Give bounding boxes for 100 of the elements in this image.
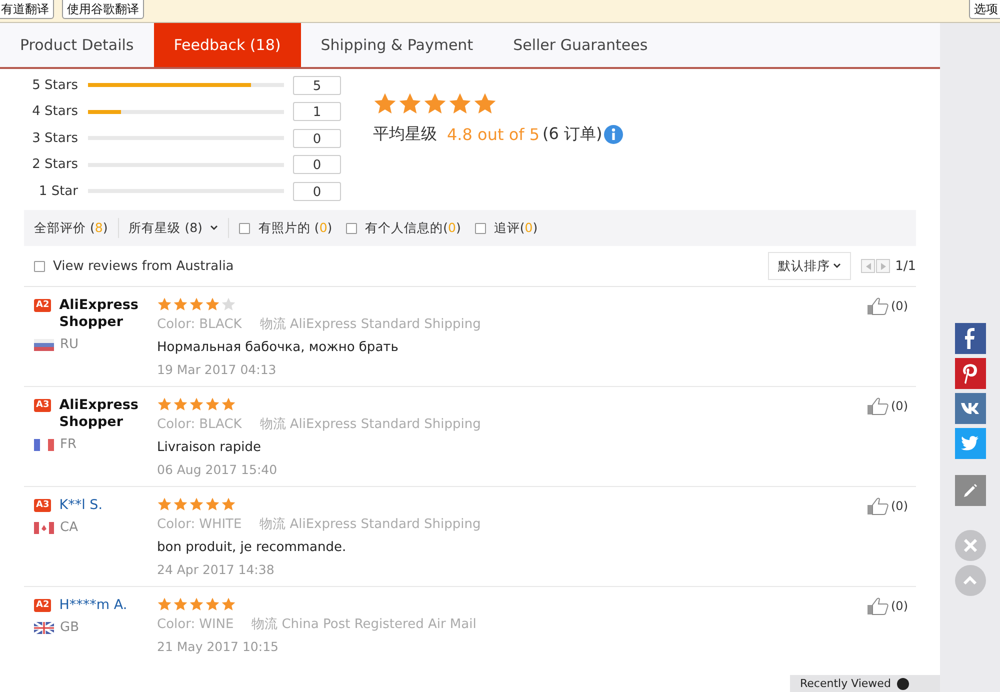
country-code: FR	[60, 437, 77, 452]
tab[interactable]: Seller Guarantees	[493, 23, 668, 67]
rating-count: 0	[293, 128, 341, 148]
star-icon	[189, 597, 204, 612]
rating-label: 3 Stars	[31, 130, 79, 146]
sort-dropdown[interactable]: 默认排序	[768, 252, 852, 280]
review-text: Livraison rapide	[157, 439, 262, 457]
average-label: 平均星级	[373, 124, 437, 145]
translate-button[interactable]: 使用谷歌翻译	[62, 0, 144, 19]
thumbs-up-icon[interactable]	[867, 497, 889, 515]
flag-icon	[34, 522, 54, 534]
close-button[interactable]	[954, 530, 986, 561]
pinterest-share-button[interactable]	[954, 358, 986, 389]
thumbs-up-icon[interactable]	[867, 397, 889, 415]
star-icon	[221, 397, 236, 412]
star-icon	[205, 297, 220, 312]
tab[interactable]: Feedback (18)	[154, 23, 301, 67]
rating-count: 0	[293, 182, 341, 201]
reviewer-link[interactable]: H****m A.	[59, 597, 140, 614]
star-icon	[189, 297, 204, 312]
bird-icon	[961, 436, 979, 451]
rating-label: 5 Stars	[31, 78, 79, 93]
rating-label: 2 Stars	[31, 157, 79, 172]
star-icon	[189, 497, 204, 512]
color-label: Color:	[157, 617, 196, 632]
filter-label: 有照片的 (0)	[258, 220, 332, 236]
star-icon	[205, 497, 220, 512]
star-icon	[173, 397, 188, 412]
review-date: 24 Apr 2017 14:38	[157, 561, 276, 578]
filter-label: 追评(0)	[494, 220, 538, 236]
star-icon	[157, 597, 172, 612]
level-badge: A3	[34, 399, 52, 412]
average-score: 4.8 out of 5	[447, 125, 540, 144]
star-icon	[448, 92, 472, 116]
filter-tab[interactable]: 全部评价 (8)	[34, 218, 119, 238]
thumbs-up-icon[interactable]	[867, 297, 889, 315]
recently-viewed-label: Recently Viewed	[800, 677, 891, 690]
review-date: 06 Aug 2017 15:40	[157, 461, 278, 478]
country-code: CA	[60, 520, 78, 535]
rating-label: 4 Stars	[31, 104, 79, 120]
level-badge: A2	[34, 299, 52, 312]
facebook-icon	[965, 328, 975, 349]
tab[interactable]: Product Details	[0, 23, 154, 67]
close-icon	[964, 539, 976, 552]
color-label: Color:	[157, 417, 196, 432]
pinterest-icon	[963, 364, 977, 384]
rating-count: 0	[293, 155, 341, 174]
level-badge: A3	[34, 499, 52, 512]
color-value: BLACK	[199, 417, 242, 432]
star-icon	[221, 497, 236, 512]
review-date: 19 Mar 2017 04:13	[157, 361, 278, 378]
facebook-share-button[interactable]	[954, 323, 986, 354]
flag-icon	[34, 438, 54, 450]
triangle-right-icon	[880, 262, 886, 270]
star-icon	[398, 92, 422, 116]
previous-page-button[interactable]	[861, 259, 876, 273]
edit-button[interactable]	[954, 475, 986, 506]
dot-icon	[896, 678, 909, 690]
color-label: Color:	[157, 317, 196, 332]
shipping-method: AliExpress Standard Shipping	[290, 317, 481, 332]
review-date: 21 May 2017 10:15	[157, 638, 280, 655]
star-icon	[189, 397, 204, 412]
star-icon	[423, 92, 447, 116]
filter-label: 有个人信息的(0)	[365, 220, 461, 236]
shipping-method: AliExpress Standard Shipping	[290, 417, 481, 432]
checkbox[interactable]	[34, 260, 45, 272]
recently-viewed-panel[interactable]: Recently Viewed	[790, 675, 940, 692]
rating-count: 5	[293, 76, 341, 95]
shipping-label: 物流	[252, 617, 278, 632]
star-icon	[221, 597, 236, 612]
rating-dropdown[interactable]: 所有星级 (8)	[128, 218, 230, 238]
vk-icon	[961, 403, 979, 414]
vk-share-button[interactable]	[954, 393, 986, 424]
bird-share-button[interactable]	[954, 428, 986, 459]
rating-label: 1 Star	[38, 184, 79, 199]
color-label: Color:	[157, 517, 196, 532]
thumbs-up-icon[interactable]	[867, 597, 889, 615]
triangle-left-icon	[866, 262, 871, 270]
checkbox[interactable]	[239, 222, 250, 234]
like-count: (0)	[891, 399, 908, 413]
star-icon	[157, 497, 172, 512]
scroll-top-button[interactable]	[954, 565, 986, 596]
chevron-up-icon	[963, 576, 977, 585]
like-count: (0)	[891, 299, 908, 313]
checkbox[interactable]	[474, 222, 486, 234]
shipping-label: 物流	[260, 417, 286, 432]
order-count: (6 订单)	[542, 124, 602, 145]
flag-icon	[34, 338, 54, 350]
reviewer-link[interactable]: K**l S.	[59, 497, 140, 514]
checkbox[interactable]	[346, 222, 358, 234]
checkbox-label: View reviews from Australia	[53, 258, 234, 274]
level-badge: A2	[34, 599, 52, 612]
next-page-button[interactable]	[876, 259, 890, 273]
star-icon	[173, 597, 188, 612]
color-value: WINE	[199, 617, 234, 632]
options-button[interactable]: 选项	[969, 0, 1000, 19]
tab[interactable]: Shipping & Payment	[300, 23, 494, 67]
info-icon[interactable]	[604, 125, 624, 144]
translate-button[interactable]: 有道翻译	[0, 0, 54, 19]
review-text: bon produit, je recommande.	[157, 539, 348, 557]
